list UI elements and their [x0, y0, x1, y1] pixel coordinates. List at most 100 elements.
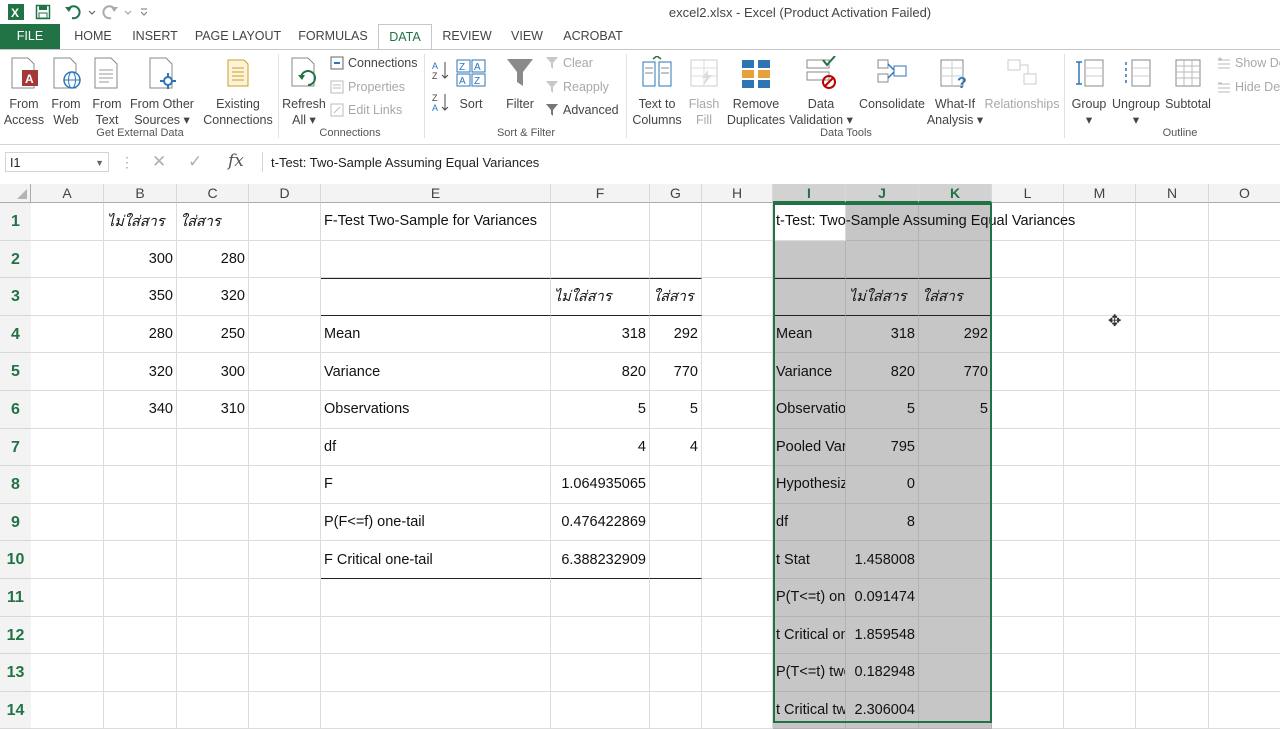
cell-a7[interactable] — [31, 428, 104, 467]
cell-j12[interactable]: 1.859548 — [846, 616, 919, 655]
sort-z-to-a-button[interactable]: ZA — [432, 92, 450, 113]
cell-k13[interactable] — [919, 654, 992, 692]
cell-c13[interactable] — [177, 654, 249, 692]
cell-g14[interactable] — [650, 691, 702, 729]
group-button[interactable]: Group ▾ — [1068, 56, 1110, 128]
cell-i13[interactable]: P(T<=t) two-tail — [773, 654, 846, 692]
cell-j13[interactable]: 0.182948 — [846, 654, 919, 692]
cell-m7[interactable] — [1064, 428, 1136, 467]
from-access-button[interactable]: A From Access — [2, 56, 46, 128]
from-web-button[interactable]: From Web — [46, 56, 86, 128]
cell-i8[interactable]: Hypothesized Mean Difference — [773, 466, 846, 504]
cell-k5[interactable]: 770 — [919, 353, 992, 391]
cell-k7[interactable] — [919, 428, 992, 467]
cell-g3[interactable]: ใส่สาร — [650, 278, 702, 316]
cell-i3[interactable] — [773, 278, 846, 316]
cancel-icon[interactable]: ✕ — [152, 152, 166, 172]
select-all-corner[interactable] — [0, 184, 31, 203]
cell-d6[interactable] — [249, 391, 321, 429]
cell-f14[interactable] — [551, 691, 650, 729]
cell-a9[interactable] — [31, 503, 104, 542]
properties-button[interactable]: Properties — [330, 77, 405, 97]
cell-l5[interactable] — [992, 353, 1064, 391]
formula-input[interactable]: t-Test: Two-Sample Assuming Equal Varian… — [262, 152, 1280, 172]
cell-h12[interactable] — [702, 616, 773, 655]
column-header-n[interactable]: N — [1136, 184, 1209, 203]
cell-b4[interactable]: 280 — [104, 315, 177, 354]
cell-b10[interactable] — [104, 541, 177, 579]
cell-h7[interactable] — [702, 428, 773, 467]
column-header-o[interactable]: O — [1209, 184, 1280, 203]
cell-n10[interactable] — [1136, 541, 1209, 579]
cell-h14[interactable] — [702, 691, 773, 729]
cell-f1[interactable] — [551, 203, 650, 241]
cell-d3[interactable] — [249, 278, 321, 316]
cell-i5[interactable]: Variance — [773, 353, 846, 391]
cell-o1[interactable] — [1209, 203, 1280, 241]
cell-b11[interactable] — [104, 579, 177, 617]
cell-n8[interactable] — [1136, 466, 1209, 504]
cell-l9[interactable] — [992, 503, 1064, 542]
cell-m2[interactable] — [1064, 240, 1136, 279]
cell-d2[interactable] — [249, 240, 321, 279]
cell-g4[interactable]: 292 — [650, 315, 702, 354]
cell-o9[interactable] — [1209, 504, 1280, 542]
name-box-dropdown-icon[interactable]: ▼ — [95, 153, 104, 173]
cell-e13[interactable] — [321, 654, 551, 692]
cell-j7[interactable]: 795 — [846, 428, 919, 467]
cell-k11[interactable] — [919, 579, 992, 617]
cell-f10[interactable]: 6.388232909 — [551, 541, 650, 579]
cell-j14[interactable]: 2.306004 — [846, 691, 919, 729]
cell-b14[interactable] — [104, 691, 177, 729]
column-header-g[interactable]: G — [650, 184, 702, 203]
cell-a13[interactable] — [31, 654, 104, 692]
cell-c8[interactable] — [177, 466, 249, 504]
flash-fill-button[interactable]: Flash Fill — [684, 56, 724, 128]
cell-j2[interactable] — [846, 240, 919, 279]
from-other-sources-button[interactable]: From Other Sources ▾ — [127, 56, 197, 128]
row-header-6[interactable]: 6 — [0, 391, 31, 429]
cell-f8[interactable]: 1.064935065 — [551, 466, 650, 504]
worksheet-grid[interactable]: ABCDEFGHIJKLMNO 1 2 3 4 5 6 7 8 9 10 11 12 13 14 ไม่ใ… — [0, 184, 1280, 729]
row-header-8[interactable]: 8 — [0, 466, 31, 504]
cell-e1[interactable]: F-Test Two-Sample for Variances — [321, 203, 551, 241]
cell-l4[interactable] — [992, 315, 1064, 354]
cell-c10[interactable] — [177, 541, 249, 579]
cell-e10[interactable]: F Critical one-tail — [321, 541, 551, 579]
cell-k12[interactable] — [919, 616, 992, 655]
cell-m5[interactable] — [1064, 353, 1136, 391]
cell-b1[interactable]: ไม่ใส่สาร — [104, 203, 177, 241]
cell-m8[interactable] — [1064, 466, 1136, 504]
tab-home[interactable]: HOME — [65, 24, 121, 49]
cell-l3[interactable] — [992, 278, 1064, 316]
hide-detail-button[interactable]: Hide De — [1217, 77, 1280, 97]
cell-d9[interactable] — [249, 503, 321, 542]
insert-function-icon[interactable]: fx — [228, 151, 244, 171]
cell-h13[interactable] — [702, 654, 773, 692]
cell-d5[interactable] — [249, 353, 321, 391]
tab-acrobat[interactable]: ACROBAT — [556, 24, 630, 49]
cell-g2[interactable] — [650, 240, 702, 279]
cell-g1[interactable] — [650, 203, 702, 241]
cell-i6[interactable]: Observations — [773, 391, 846, 429]
cell-n11[interactable] — [1136, 579, 1209, 617]
cell-l13[interactable] — [992, 654, 1064, 692]
row-header-10[interactable]: 10 — [0, 541, 31, 579]
cell-h2[interactable] — [702, 240, 773, 279]
cell-m9[interactable] — [1064, 503, 1136, 542]
cell-d4[interactable] — [249, 315, 321, 354]
cell-h9[interactable] — [702, 503, 773, 542]
cell-b13[interactable] — [104, 654, 177, 692]
cell-n1[interactable] — [1136, 203, 1209, 241]
cell-o14[interactable] — [1209, 692, 1280, 729]
tab-page-layout[interactable]: PAGE LAYOUT — [190, 24, 286, 49]
cell-d1[interactable] — [249, 203, 321, 241]
cell-i10[interactable]: t Stat — [773, 541, 846, 579]
data-validation-button[interactable]: Data Validation ▾ — [786, 55, 856, 128]
cell-a11[interactable] — [31, 579, 104, 617]
cell-f13[interactable] — [551, 654, 650, 692]
cell-h8[interactable] — [702, 466, 773, 504]
cell-a12[interactable] — [31, 616, 104, 655]
cell-e11[interactable] — [321, 579, 551, 617]
cell-h5[interactable] — [702, 353, 773, 391]
